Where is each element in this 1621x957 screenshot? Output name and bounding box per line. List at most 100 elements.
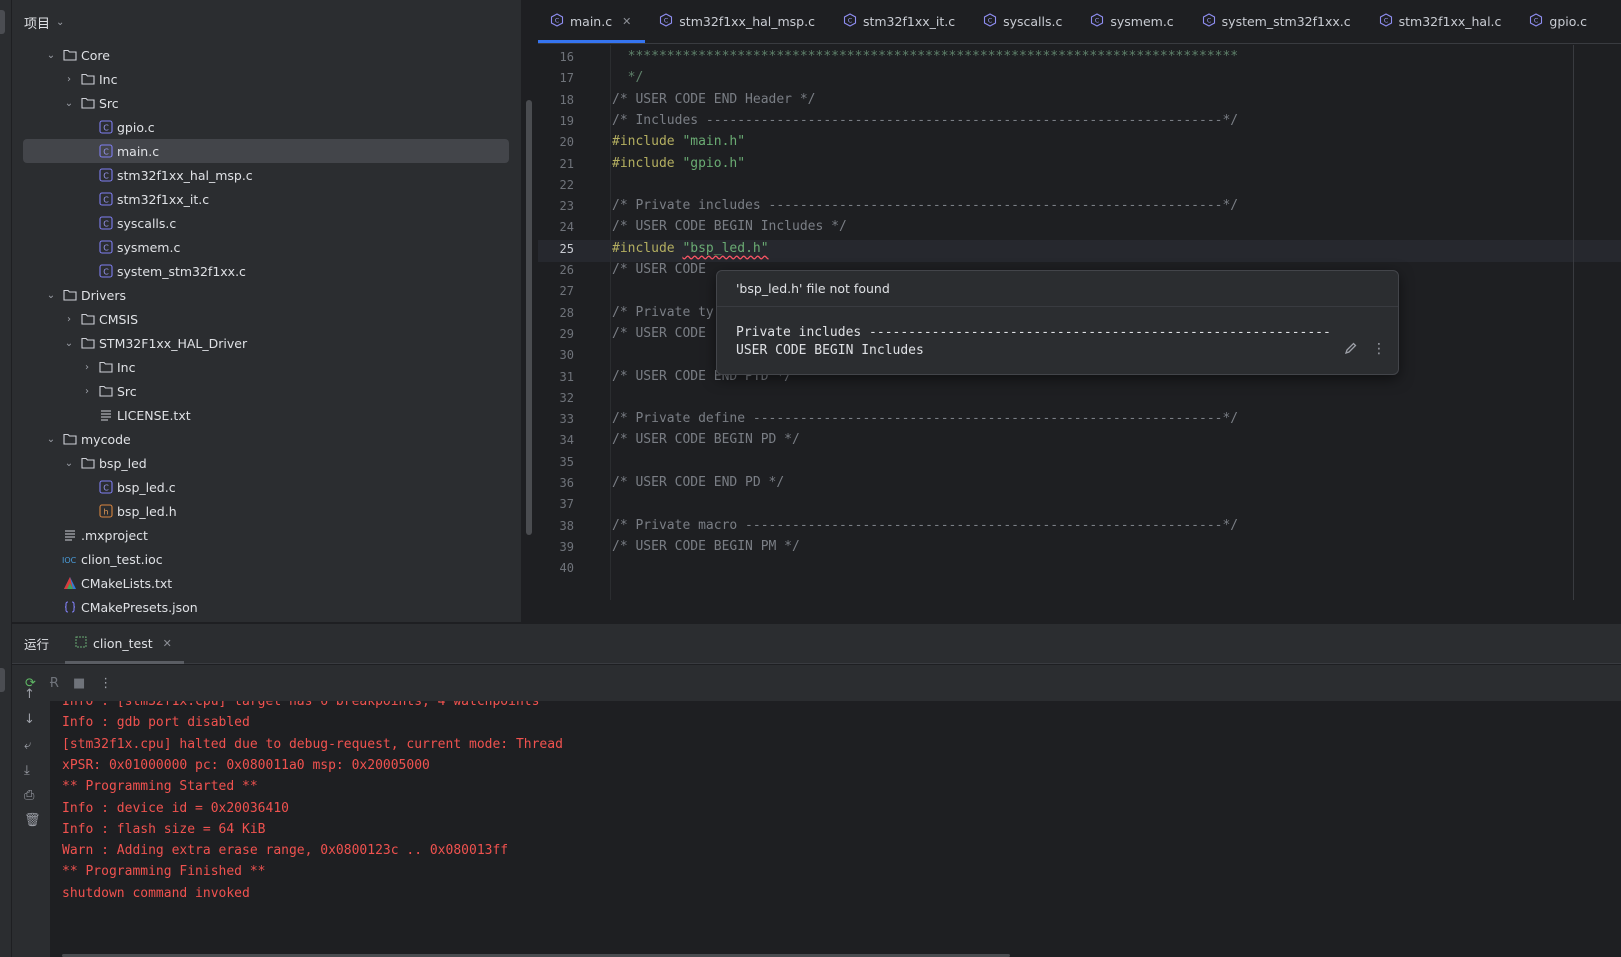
chevron-right-icon[interactable]: › xyxy=(80,362,94,373)
tree-item-cmakelists-txt[interactable]: CMakeLists.txt xyxy=(12,571,521,595)
run-side-toolbar: ↑ ↓ ⤶ ⤓ ⎙ 🗑 xyxy=(12,687,50,957)
tree-item-cmakepresets-json[interactable]: CMakePresets.json xyxy=(12,595,521,619)
more-vertical-icon[interactable]: ⋮ xyxy=(1372,341,1386,359)
line-number: 28 xyxy=(559,305,574,320)
code-line[interactable]: /* USER CODE END PD */ xyxy=(612,475,784,490)
edit-pencil-icon[interactable] xyxy=(1344,341,1358,359)
tab-label: syscalls.c xyxy=(1003,13,1063,29)
code-line[interactable]: #include "gpio.h" xyxy=(612,156,745,171)
tree-item-mycode[interactable]: ⌄ mycode xyxy=(12,427,521,451)
tab-stm32f1xx-hal-msp-c[interactable]: Cstm32f1xx_hal_msp.c xyxy=(645,0,829,43)
close-icon[interactable]: ✕ xyxy=(622,15,631,28)
code-line[interactable]: ****************************************… xyxy=(612,49,1239,64)
code-line[interactable]: /* USER CODE END Header */ xyxy=(612,92,816,107)
tree-item-bsp-led-h[interactable]: h bsp_led.h xyxy=(12,499,521,523)
code-token: "main.h" xyxy=(682,134,746,150)
c-file-icon: C xyxy=(1379,12,1393,30)
code-line[interactable]: /* USER CODE xyxy=(612,326,706,341)
stop-icon[interactable]: ■ xyxy=(73,676,85,691)
console-output[interactable]: Info : [stm32f1x.cpu] target has 6 break… xyxy=(50,701,1621,957)
arrow-up-icon[interactable]: ↑ xyxy=(24,687,35,702)
tab-syscalls-c[interactable]: Csyscalls.c xyxy=(969,0,1076,43)
project-tool-marker[interactable] xyxy=(0,10,5,34)
code-token: /* Private ty xyxy=(612,304,714,320)
line-number: 32 xyxy=(559,390,574,405)
code-line[interactable]: #include "main.h" xyxy=(612,134,745,149)
tree-item-license-txt[interactable]: LICENSE.txt xyxy=(12,403,521,427)
tree-item-system-stm32f1xx-c[interactable]: Csystem_stm32f1xx.c xyxy=(12,259,521,283)
more-vertical-icon[interactable]: ⋮ xyxy=(99,676,112,691)
tree-item-drivers[interactable]: ⌄ Drivers xyxy=(12,283,521,307)
chevron-down-icon[interactable]: ⌄ xyxy=(44,290,58,301)
tree-item-label: LICENSE.txt xyxy=(117,407,191,423)
tree-item-bsp-led[interactable]: ⌄ bsp_led xyxy=(12,451,521,475)
tree-item-gpio-c[interactable]: Cgpio.c xyxy=(12,115,521,139)
tab-label: system_stm32f1xx.c xyxy=(1221,13,1351,29)
chevron-right-icon[interactable]: › xyxy=(62,74,76,85)
code-line[interactable]: */ xyxy=(612,70,644,85)
project-header[interactable]: 项目 ⌄ xyxy=(12,0,521,44)
chevron-right-icon[interactable]: › xyxy=(62,314,76,325)
run-tool-marker[interactable] xyxy=(0,668,5,692)
tab-sysmem-c[interactable]: Csysmem.c xyxy=(1076,0,1187,43)
code-line[interactable]: /* Private ty xyxy=(612,305,714,320)
chevron-right-icon[interactable]: › xyxy=(80,386,94,397)
tree-item-label: gpio.c xyxy=(117,119,155,135)
code-line[interactable]: /* USER CODE BEGIN PD */ xyxy=(612,432,800,447)
tab-stm32f1xx-it-c[interactable]: Cstm32f1xx_it.c xyxy=(829,0,969,43)
code-line[interactable]: /* Private includes --------------------… xyxy=(612,198,1238,213)
tree-item-sysmem-c[interactable]: Csysmem.c xyxy=(12,235,521,259)
chevron-down-icon[interactable]: ⌄ xyxy=(62,98,76,109)
tab-label: stm32f1xx_it.c xyxy=(862,13,956,29)
run-tab-clion-test[interactable]: clion_test ✕ xyxy=(65,624,184,664)
tree-item-inc[interactable]: › Inc xyxy=(12,355,521,379)
chevron-down-icon[interactable]: ⌄ xyxy=(62,458,76,469)
tree-item-stm32f1xx-hal-driver[interactable]: ⌄ STM32F1xx_HAL_Driver xyxy=(12,331,521,355)
console-line: Warn : Adding extra erase range, 0x08001… xyxy=(62,843,509,859)
tree-item-inc[interactable]: › Inc xyxy=(12,67,521,91)
chevron-down-icon[interactable]: ⌄ xyxy=(62,338,76,349)
tree-item-stm32f1xx-hal-msp-c[interactable]: Cstm32f1xx_hal_msp.c xyxy=(12,163,521,187)
tab-label: gpio.c xyxy=(1549,13,1588,29)
arrow-down-icon[interactable]: ↓ xyxy=(24,712,35,727)
code-line[interactable]: #include "bsp_led.h" xyxy=(612,241,769,256)
tree-item--mxproject[interactable]: .mxproject xyxy=(12,523,521,547)
code-line[interactable]: /* USER CODE BEGIN PM */ xyxy=(612,539,800,554)
tab-label: stm32f1xx_hal.c xyxy=(1398,13,1502,29)
code-line[interactable]: /* USER CODE xyxy=(612,262,706,277)
tree-item-bsp-led-c[interactable]: Cbsp_led.c xyxy=(12,475,521,499)
tab-gpio-c[interactable]: Cgpio.c xyxy=(1515,0,1601,43)
code-line[interactable]: /* USER CODE BEGIN Includes */ xyxy=(612,219,847,234)
chevron-down-icon[interactable]: ⌄ xyxy=(44,50,58,61)
code-line[interactable]: /* Private macro -----------------------… xyxy=(612,518,1238,533)
project-scrollbar[interactable] xyxy=(526,100,532,535)
tab-main-c[interactable]: Cmain.c ✕ xyxy=(538,0,646,43)
tree-item-src[interactable]: ⌄ Src xyxy=(12,91,521,115)
tree-item-clion-test-ioc[interactable]: IOC clion_test.ioc xyxy=(12,547,521,571)
tree-item-stm32f1xx-it-c[interactable]: Cstm32f1xx_it.c xyxy=(12,187,521,211)
print-icon[interactable]: ⎙ xyxy=(24,788,34,803)
soft-wrap-icon[interactable]: ⤶ xyxy=(24,738,31,753)
tree-item-main-c[interactable]: Cmain.c xyxy=(23,139,509,163)
chevron-down-icon[interactable]: ⌄ xyxy=(44,434,58,445)
chevron-down-icon[interactable]: ⌄ xyxy=(56,17,64,28)
close-icon[interactable]: ✕ xyxy=(163,637,172,650)
tree-item-src[interactable]: › Src xyxy=(12,379,521,403)
trash-icon[interactable]: 🗑 xyxy=(24,813,41,828)
tree-item-syscalls-c[interactable]: Csyscalls.c xyxy=(12,211,521,235)
tree-item-label: Inc xyxy=(117,359,136,375)
tab-stm32f1xx-hal-c[interactable]: Cstm32f1xx_hal.c xyxy=(1365,0,1516,43)
c-file-icon: C xyxy=(98,263,114,279)
code-line[interactable]: /* Private define ----------------------… xyxy=(612,411,1238,426)
code-line[interactable]: /* Includes ----------------------------… xyxy=(612,113,1238,128)
svg-text:C: C xyxy=(664,16,669,24)
svg-text:C: C xyxy=(555,16,560,24)
restart-icon[interactable]: Ɍ xyxy=(50,676,59,691)
tree-item-core[interactable]: ⌄ Core xyxy=(12,43,521,67)
code-token: /* USER CODE END PD */ xyxy=(612,475,785,490)
console-line: [stm32f1x.cpu] halted due to debug-reque… xyxy=(62,736,563,752)
tab-system-stm32f1xx-c[interactable]: Csystem_stm32f1xx.c xyxy=(1188,0,1365,43)
scroll-to-end-icon[interactable]: ⤓ xyxy=(24,763,30,778)
tree-item-cmsis[interactable]: › CMSIS xyxy=(12,307,521,331)
tree-item-label: .mxproject xyxy=(81,527,148,543)
